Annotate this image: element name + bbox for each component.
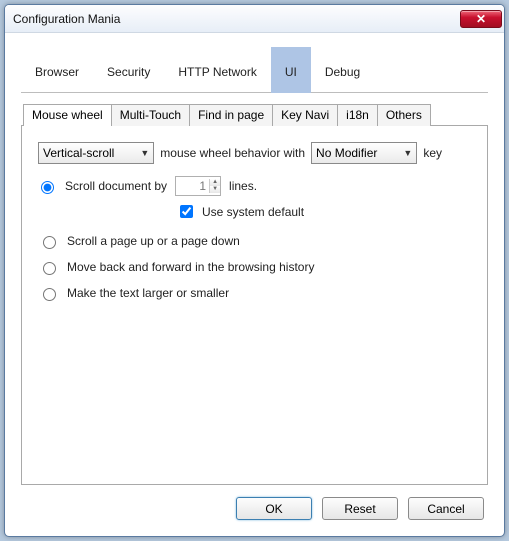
key-suffix: key [423,146,442,160]
radio-label: Scroll document by [65,179,167,193]
tab-label: Browser [35,65,79,79]
ok-button[interactable]: OK [236,497,312,520]
subtab-label: Find in page [198,108,264,122]
close-button[interactable]: ✕ [460,10,502,28]
modifier-select[interactable]: No Modifier ▼ [311,142,417,164]
subtab-label: Key Navi [281,108,329,122]
lines-stepper[interactable]: 1 ▲ ▼ [175,176,221,196]
dialog-window: Configuration Mania ✕ Browser Security H… [4,4,505,537]
button-label: OK [265,502,282,516]
behavior-text: mouse wheel behavior with [160,146,305,160]
radio-label: Scroll a page up or a page down [67,234,240,248]
use-system-default-row: Use system default [176,202,473,221]
subtab-label: i18n [346,108,369,122]
stepper-up-icon[interactable]: ▲ [210,179,220,186]
radio-label: Make the text larger or smaller [67,286,229,300]
titlebar: Configuration Mania ✕ [5,5,504,33]
tab-http-network[interactable]: HTTP Network [164,47,270,93]
radio-group: Scroll a page up or a page down Move bac… [38,233,473,301]
sub-tab-bar: Mouse wheel Multi-Touch Find in page Key… [23,103,488,125]
option-text-size[interactable]: Make the text larger or smaller [38,285,473,301]
tab-label: HTTP Network [178,65,256,79]
cancel-button[interactable]: Cancel [408,497,484,520]
subtab-find-in-page[interactable]: Find in page [189,104,273,126]
subtab-key-navi[interactable]: Key Navi [272,104,338,126]
dialog-buttons: OK Reset Cancel [21,485,488,524]
stepper-buttons: ▲ ▼ [209,179,220,193]
tab-label: Security [107,65,150,79]
radio-text-size[interactable] [43,288,56,301]
button-label: Reset [344,502,375,516]
subtab-multi-touch[interactable]: Multi-Touch [111,104,190,126]
stepper-value: 1 [176,179,209,193]
subtab-others[interactable]: Others [377,104,431,126]
tab-ui[interactable]: UI [271,47,311,93]
radio-label: Move back and forward in the browsing hi… [67,260,314,274]
tab-browser[interactable]: Browser [21,47,93,93]
subtab-i18n[interactable]: i18n [337,104,378,126]
radio-history[interactable] [43,262,56,275]
window-title: Configuration Mania [13,12,460,26]
subtab-label: Mouse wheel [32,108,103,122]
option-page-up-down[interactable]: Scroll a page up or a page down [38,233,473,249]
tab-security[interactable]: Security [93,47,164,93]
use-system-default-checkbox[interactable] [180,205,193,218]
subtab-mouse-wheel[interactable]: Mouse wheel [23,104,112,126]
lines-suffix: lines. [229,179,257,193]
behavior-row: Vertical-scroll ▼ mouse wheel behavior w… [38,142,473,164]
scroll-direction-select[interactable]: Vertical-scroll ▼ [38,142,154,164]
radio-page-up-down[interactable] [43,236,56,249]
subtab-label: Multi-Touch [120,108,181,122]
radio-scroll-document[interactable] [41,181,54,194]
option-scroll-document[interactable]: Scroll document by 1 ▲ ▼ lines. [36,176,473,196]
chevron-down-icon: ▼ [403,148,412,158]
main-tab-bar: Browser Security HTTP Network UI Debug [21,47,488,93]
tab-label: UI [285,65,297,79]
tab-debug[interactable]: Debug [311,47,374,93]
reset-button[interactable]: Reset [322,497,398,520]
use-system-default-label: Use system default [202,205,304,219]
stepper-down-icon[interactable]: ▼ [210,186,220,193]
button-label: Cancel [427,502,464,516]
tab-label: Debug [325,65,360,79]
select-value: Vertical-scroll [43,146,114,160]
settings-panel: Vertical-scroll ▼ mouse wheel behavior w… [21,125,488,485]
chevron-down-icon: ▼ [140,148,149,158]
content-area: Browser Security HTTP Network UI Debug M… [5,33,504,536]
subtab-label: Others [386,108,422,122]
option-history[interactable]: Move back and forward in the browsing hi… [38,259,473,275]
select-value: No Modifier [316,146,377,160]
close-icon: ✕ [476,12,486,26]
